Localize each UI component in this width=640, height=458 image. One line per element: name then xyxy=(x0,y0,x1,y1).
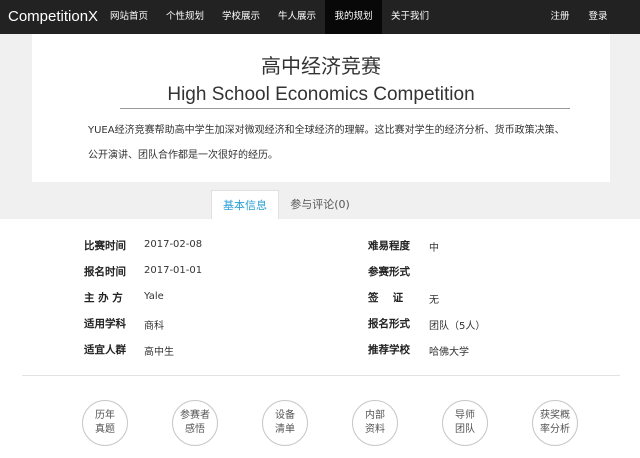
nav-home[interactable]: 网站首页 xyxy=(101,0,157,34)
tab-basic-info[interactable]: 基本信息 xyxy=(211,190,279,220)
login-link[interactable]: 登录 xyxy=(580,0,616,34)
nav-personal-plan[interactable]: 个性规划 xyxy=(157,0,213,34)
school-value: 哈佛大学 xyxy=(429,347,469,358)
brand-logo[interactable]: CompetitionX xyxy=(8,0,98,34)
competition-title-en: High School Economics Competition xyxy=(167,84,475,105)
difficulty-value: 中 xyxy=(429,243,439,254)
top-navbar: CompetitionX 网站首页 个性规划 学校展示 牛人展示 我的规划 关于… xyxy=(0,0,640,34)
difficulty-label: 难易程度 xyxy=(368,240,410,252)
visa-value: 无 xyxy=(429,295,439,306)
register-form-value: 团队（5人） xyxy=(429,321,486,332)
subject-label: 适用学科 xyxy=(84,318,126,330)
signup-value: 2017-01-01 xyxy=(144,265,203,276)
participant-experiences-button[interactable]: 参赛者 感悟 xyxy=(172,400,218,446)
nav-about-us[interactable]: 关于我们 xyxy=(382,0,438,34)
date-value: 2017-02-08 xyxy=(144,239,203,250)
format-label: 参赛形式 xyxy=(368,266,410,278)
competition-title-cn: 高中经济竞赛 xyxy=(261,54,381,78)
mentor-team-button[interactable]: 导师 团队 xyxy=(442,400,488,446)
date-label: 比赛时间 xyxy=(84,240,126,252)
equipment-list-label: 设备 清单 xyxy=(275,410,295,435)
award-probability-label: 获奖概 率分析 xyxy=(540,410,570,435)
host-label: 主 办 方 xyxy=(84,292,123,304)
subject-value: 商科 xyxy=(144,321,164,332)
register-link[interactable]: 注册 xyxy=(542,0,578,34)
section-divider xyxy=(22,375,620,376)
competition-description: YUEA经济竞赛帮助高中学生加深对微观经济和全球经济的理解。这比赛对学生的经济分… xyxy=(88,125,565,161)
tab-comments[interactable]: 参与评论(0) xyxy=(281,190,359,220)
school-label: 推荐学校 xyxy=(368,344,410,356)
past-papers-button[interactable]: 历年 真题 xyxy=(82,400,128,446)
award-probability-button[interactable]: 获奖概 率分析 xyxy=(532,400,578,446)
host-value: Yale xyxy=(144,291,164,302)
info-panel: 比赛时间 2017-02-08 难易程度 中 报名时间 2017-01-01 参… xyxy=(0,219,640,458)
nav-talent-showcase[interactable]: 牛人展示 xyxy=(269,0,325,34)
past-papers-label: 历年 真题 xyxy=(95,410,115,435)
internal-materials-label: 内部 资料 xyxy=(365,410,385,435)
nav-school-showcase[interactable]: 学校展示 xyxy=(213,0,269,34)
mentor-team-label: 导师 团队 xyxy=(455,410,475,435)
participant-experiences-label: 参赛者 感悟 xyxy=(180,410,210,435)
visa-label: 签 证 xyxy=(368,292,404,304)
audience-value: 高中生 xyxy=(144,347,174,358)
internal-materials-button[interactable]: 内部 资料 xyxy=(352,400,398,446)
audience-label: 适宜人群 xyxy=(84,344,126,356)
equipment-list-button[interactable]: 设备 清单 xyxy=(262,400,308,446)
title-divider xyxy=(120,108,570,109)
signup-label: 报名时间 xyxy=(84,266,126,278)
register-form-label: 报名形式 xyxy=(368,318,410,330)
competition-header: 高中经济竞赛 High School Economics Competition… xyxy=(32,34,610,182)
nav-my-plan[interactable]: 我的规划 xyxy=(325,0,382,34)
